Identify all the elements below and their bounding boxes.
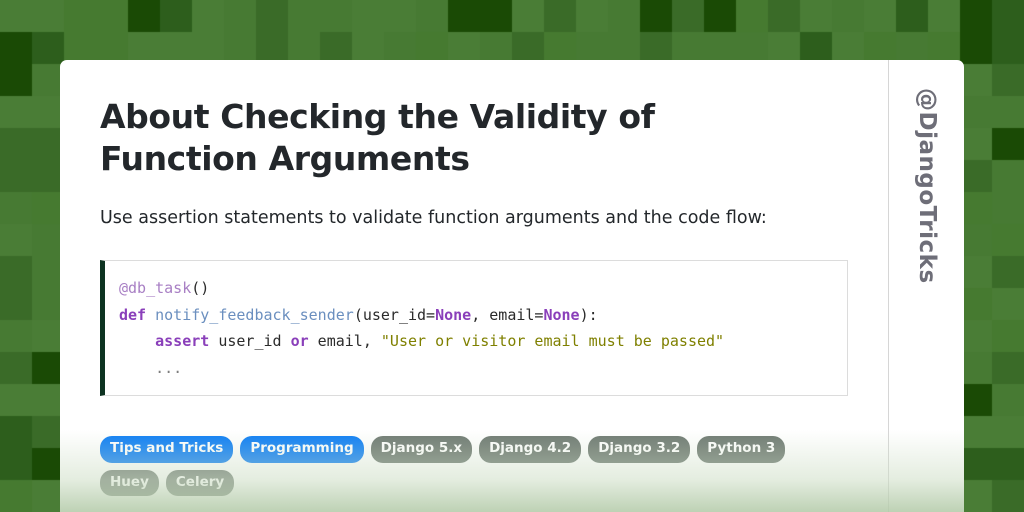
code-token: , email= <box>471 305 544 324</box>
code-token: ... <box>155 358 183 377</box>
tag-huey[interactable]: Huey <box>100 469 159 496</box>
code-token: or <box>290 332 309 350</box>
article-lede: Use assertion statements to validate fun… <box>100 208 767 228</box>
code-token: email, <box>308 332 381 350</box>
site-handle: @DjangoTricks <box>913 88 940 284</box>
code-token: () <box>191 279 210 297</box>
tag-celery[interactable]: Celery <box>165 469 235 496</box>
code-token: (user_id= <box>353 305 436 324</box>
sidebar: @DjangoTricks <box>888 60 964 512</box>
tag-programming[interactable]: Programming <box>240 436 364 463</box>
code-block: @db_task() def notify_feedback_sender(us… <box>100 260 848 396</box>
article-card: About Checking the Validity of Function … <box>60 60 964 512</box>
code-token: def <box>119 305 147 324</box>
code-token: None <box>543 305 580 324</box>
tag-python-3[interactable]: Python 3 <box>697 436 786 463</box>
code-token: notify_feedback_sender <box>155 305 354 324</box>
tag-django-4-2[interactable]: Django 4.2 <box>479 436 582 463</box>
tag-tips-and-tricks[interactable]: Tips and Tricks <box>100 436 234 463</box>
tag-list: Tips and Tricks Programming Django 5.x Djan… <box>100 436 820 496</box>
code-token: None <box>435 305 472 324</box>
tag-django-5-x[interactable]: Django 5.x <box>370 436 473 463</box>
article-content: About Checking the Validity of Function … <box>60 60 888 512</box>
code-token: user_id <box>209 332 291 350</box>
tag-django-3-2[interactable]: Django 3.2 <box>588 436 691 463</box>
code-token: @db_task <box>119 279 192 297</box>
code-token: "User or visitor email must be passed" <box>380 332 725 350</box>
code-token: assert <box>155 332 210 350</box>
code-snippet: @db_task() def notify_feedback_sender(us… <box>119 275 847 381</box>
page-title: About Checking the Validity of Function … <box>100 97 655 178</box>
code-token: ): <box>579 305 598 324</box>
